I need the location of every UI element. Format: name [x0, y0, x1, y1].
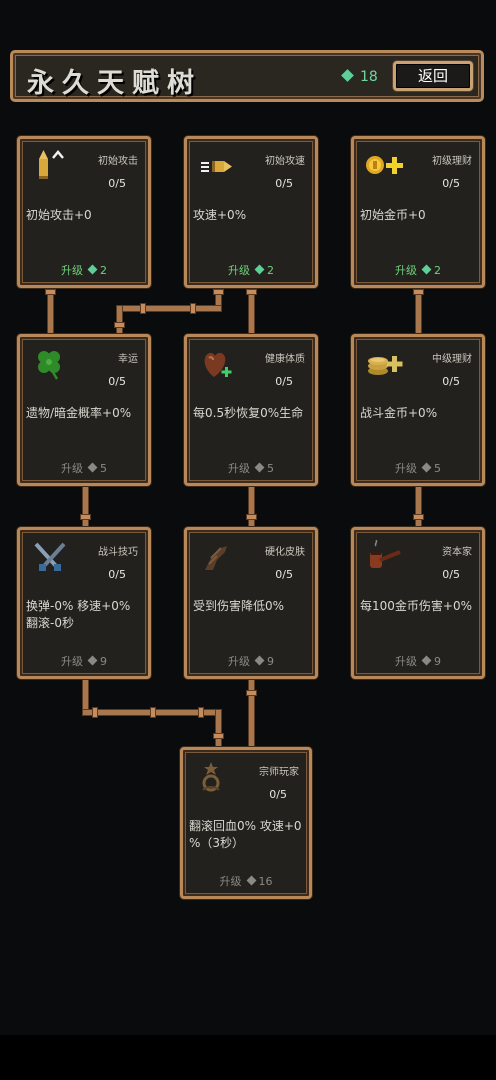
pipe-icon	[364, 539, 408, 574]
talent-card-capitalist[interactable]: 资本家 0/5 每100金币伤害+0% 升级 9	[351, 527, 485, 679]
talent-desc: 攻速+0%	[193, 208, 247, 222]
talent-name: 宗师玩家	[259, 767, 299, 778]
upgrade-label: 升级	[228, 655, 250, 668]
crossed-daggers-icon	[30, 540, 74, 574]
talent-level: 0/5	[108, 177, 126, 190]
talent-desc: 每100金币伤害+0%	[360, 599, 472, 613]
talent-desc: 初始金币+0	[360, 208, 426, 222]
talent-level: 0/5	[108, 375, 126, 388]
upgrade-button[interactable]: 升级 5	[187, 460, 315, 476]
talent-desc: 翻滚回血0% 攻速+0 %（3秒）	[189, 819, 302, 850]
upgrade-button[interactable]: 升级 9	[354, 653, 482, 669]
talent-desc: 初始攻击+0	[26, 208, 92, 222]
coin-stack-plus-icon	[364, 347, 408, 381]
talent-card-combat-skill[interactable]: 战斗技巧 0/5 换弹-0% 移速+0% 翻滚-0秒 升级 9	[17, 527, 151, 679]
heart-plus-icon	[197, 347, 241, 381]
back-button[interactable]: 返回	[393, 61, 473, 91]
talent-desc: 遗物/暗金概率+0%	[26, 406, 132, 420]
talent-card-initial-attack[interactable]: 初始攻击 0/5 初始攻击+0 升级 2	[17, 136, 151, 288]
upgrade-button[interactable]: 升级 5	[20, 460, 148, 476]
upgrade-button[interactable]: 升级 9	[20, 653, 148, 669]
gem-count-value: 18	[360, 69, 378, 85]
upgrade-cost: 9	[267, 655, 274, 668]
upgrade-cost: 5	[100, 462, 107, 475]
upgrade-cost: 9	[100, 655, 107, 668]
upgrade-button[interactable]: 升级 9	[187, 653, 315, 669]
talent-desc: 每0.5秒恢复0%生命	[193, 406, 304, 420]
gem-icon	[421, 264, 432, 275]
upgrade-button[interactable]: 升级 2	[20, 262, 148, 278]
upgrade-label: 升级	[61, 462, 83, 475]
gem-icon	[341, 69, 354, 82]
upgrade-label: 升级	[228, 264, 250, 277]
talent-desc: 换弹-0% 移速+0% 翻滚-0秒	[26, 599, 131, 630]
upgrade-button[interactable]: 升级 5	[354, 460, 482, 476]
upgrade-label: 升级	[395, 264, 417, 277]
talent-name: 初级理财	[432, 156, 472, 167]
talent-name: 战斗技巧	[98, 547, 138, 558]
talent-card-hardened-skin[interactable]: 硬化皮肤 0/5 受到伤害降低0% 升级 9	[184, 527, 318, 679]
clover-icon	[30, 347, 74, 381]
header-bar: 永久天赋树 18 返回	[10, 50, 484, 102]
upgrade-label: 升级	[395, 462, 417, 475]
upgrade-cost: 2	[434, 264, 441, 277]
upgrade-label: 升级	[228, 462, 250, 475]
gem-icon	[254, 462, 265, 473]
bottom-black-bar	[0, 1035, 496, 1080]
gem-icon	[421, 462, 432, 473]
talent-name: 资本家	[442, 547, 472, 558]
talent-card-healthy-body[interactable]: 健康体质 0/5 每0.5秒恢复0%生命 升级 5	[184, 334, 318, 486]
talent-card-mid-finance[interactable]: 中级理财 0/5 战斗金币+0% 升级 5	[351, 334, 485, 486]
upgrade-button[interactable]: 升级 16	[183, 873, 309, 889]
upgrade-cost: 2	[267, 264, 274, 277]
gem-icon	[246, 875, 256, 886]
talent-level: 0/5	[442, 177, 460, 190]
coin-plus-icon	[364, 149, 408, 183]
talent-level: 0/5	[442, 568, 460, 581]
talent-card-luck[interactable]: 幸运 0/5 遗物/暗金概率+0% 升级 5	[17, 334, 151, 486]
talent-card-master-player[interactable]: 宗师玩家 0/5 翻滚回血0% 攻速+0 %（3秒） 升级 16	[180, 747, 312, 899]
talent-card-initial-speed[interactable]: 初始攻速 0/5 攻速+0% 升级 2	[184, 136, 318, 288]
bullet-upgrade-icon	[30, 149, 74, 183]
upgrade-cost: 5	[267, 462, 274, 475]
talent-level: 0/5	[269, 788, 287, 801]
hardened-arm-icon	[197, 540, 241, 574]
gem-icon	[254, 264, 265, 275]
talent-name: 初始攻速	[265, 156, 305, 167]
page-title: 永久天赋树	[27, 68, 202, 99]
medal-icon	[193, 760, 237, 794]
talent-tree-screen: 永久天赋树 18 返回 初始攻击 0/5 初始攻击+0 升级 2 初始攻速 0/…	[0, 0, 496, 1035]
gem-counter: 18	[341, 69, 378, 85]
upgrade-button[interactable]: 升级 2	[187, 262, 315, 278]
upgrade-cost: 2	[100, 264, 107, 277]
upgrade-label: 升级	[61, 264, 83, 277]
talent-level: 0/5	[275, 177, 293, 190]
talent-name: 硬化皮肤	[265, 547, 305, 558]
talent-level: 0/5	[108, 568, 126, 581]
talent-level: 0/5	[442, 375, 460, 388]
talent-name: 健康体质	[265, 354, 305, 365]
upgrade-label: 升级	[395, 655, 417, 668]
upgrade-cost: 16	[258, 875, 273, 888]
gem-icon	[254, 655, 265, 666]
talent-level: 0/5	[275, 375, 293, 388]
gem-icon	[87, 462, 98, 473]
speed-bullet-icon	[197, 149, 241, 183]
gem-icon	[421, 655, 432, 666]
talent-name: 中级理财	[432, 354, 472, 365]
talent-name: 初始攻击	[98, 156, 138, 167]
gem-icon	[87, 264, 98, 275]
talent-name: 幸运	[118, 354, 138, 365]
talent-desc: 受到伤害降低0%	[193, 599, 285, 613]
upgrade-cost: 9	[434, 655, 441, 668]
talent-desc: 战斗金币+0%	[360, 406, 438, 420]
talent-card-basic-finance[interactable]: 初级理财 0/5 初始金币+0 升级 2	[351, 136, 485, 288]
upgrade-button[interactable]: 升级 2	[354, 262, 482, 278]
gem-icon	[87, 655, 98, 666]
upgrade-cost: 5	[434, 462, 441, 475]
upgrade-label: 升级	[219, 875, 242, 888]
upgrade-label: 升级	[61, 655, 83, 668]
talent-level: 0/5	[275, 568, 293, 581]
